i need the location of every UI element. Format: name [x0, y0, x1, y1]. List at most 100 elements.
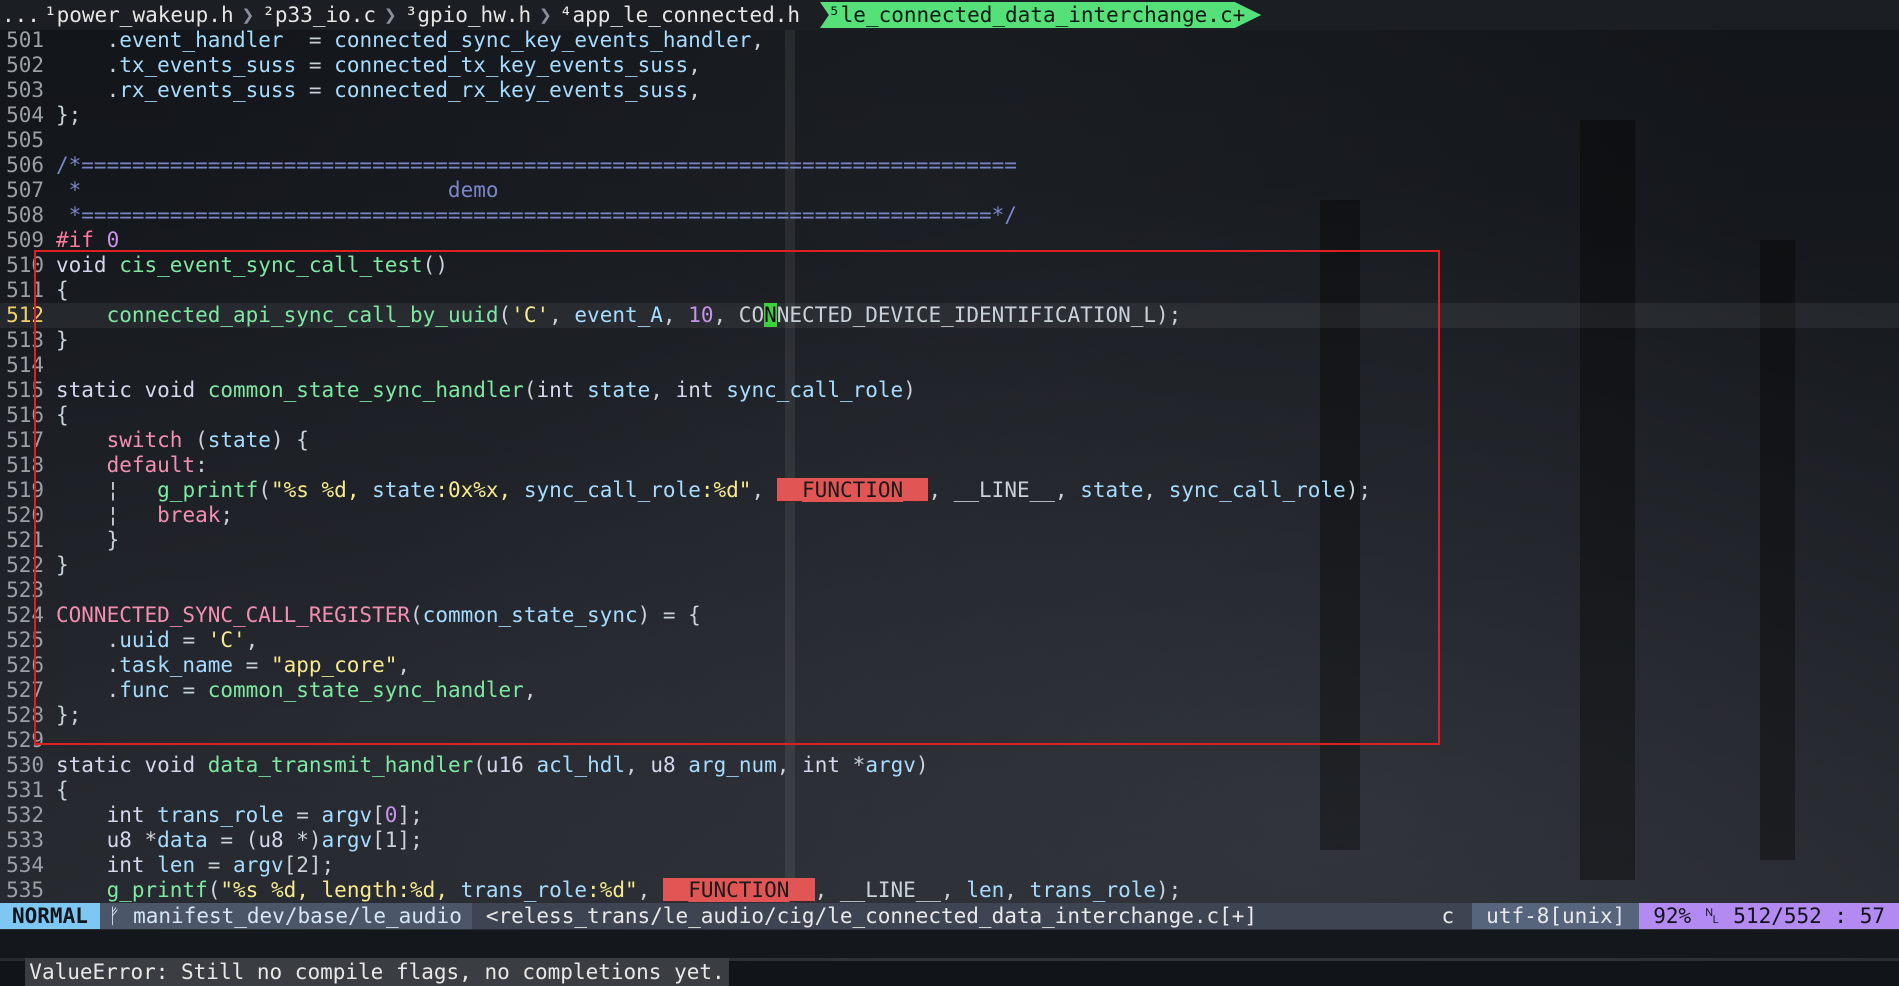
tab-app-le-connected[interactable]: ⁴app_le_connected.h	[558, 3, 802, 27]
code-line[interactable]: 526 .task_name = "app_core",	[0, 653, 1899, 678]
line-number: 503	[6, 78, 44, 102]
file-encoding: utf-8[unix]	[1472, 903, 1640, 929]
code-line[interactable]: 511 {	[0, 278, 1899, 303]
code-line[interactable]: 506 /*===================================…	[0, 153, 1899, 178]
code-line[interactable]: 532 int trans_role = argv[0];	[0, 803, 1899, 828]
line-text: ¦ g_printf("%s %d, state:0x%x, sync_call…	[56, 478, 1372, 502]
line-number: 519	[6, 478, 44, 502]
line-number: 530	[6, 753, 44, 777]
code-line[interactable]: 529	[0, 728, 1899, 753]
line-number: 512	[6, 303, 44, 327]
code-line[interactable]: 525 .uuid = 'C',	[0, 628, 1899, 653]
line-number: 514	[6, 353, 44, 377]
line-text: * demo	[56, 178, 499, 202]
code-line[interactable]: 502 .tx_events_suss = connected_tx_key_e…	[0, 53, 1899, 78]
code-line[interactable]: 507 * demo	[0, 178, 1899, 203]
file-path: <reless_trans/le_audio/cig/le_connected_…	[485, 904, 1258, 928]
code-line[interactable]: 501 .event_handler = connected_sync_key_…	[0, 28, 1899, 53]
line-number: 518	[6, 453, 44, 477]
line-text: .func = common_state_sync_handler,	[56, 678, 537, 702]
git-branch-icon: ᚠ	[107, 904, 121, 928]
line-number: 523	[6, 578, 44, 602]
line-text: *=======================================…	[56, 203, 1017, 227]
code-line[interactable]: 519 ¦ g_printf("%s %d, state:0x%x, sync_…	[0, 478, 1899, 503]
code-line[interactable]: 512 connected_api_sync_call_by_uuid('C',…	[0, 303, 1899, 328]
code-editor[interactable]: 501 .event_handler = connected_sync_key_…	[0, 28, 1899, 903]
line-number: 525	[6, 628, 44, 652]
code-line[interactable]: 518 default:	[0, 453, 1899, 478]
line-number: 517	[6, 428, 44, 452]
tab-power-wakeup[interactable]: ¹power_wakeup.h	[42, 3, 236, 27]
code-line[interactable]: 522}	[0, 553, 1899, 578]
code-line[interactable]: 508 *===================================…	[0, 203, 1899, 228]
code-line[interactable]: 533 u8 *data = (u8 *)argv[1];	[0, 828, 1899, 853]
code-line[interactable]: 510 void cis_event_sync_call_test()	[0, 253, 1899, 278]
line-number: 504	[6, 103, 44, 127]
line-text: };	[56, 703, 82, 727]
line-text: .uuid = 'C',	[56, 628, 259, 652]
error-message: ValueError: Still no compile flags, no c…	[25, 958, 729, 986]
line-number: 506	[6, 153, 44, 177]
line-text: switch (state) {	[106, 428, 309, 452]
code-line[interactable]: 524 CONNECTED_SYNC_CALL_REGISTER(common_s…	[0, 603, 1899, 628]
branch-name: manifest_dev/base/le_audio	[120, 904, 462, 928]
line-text: void cis_event_sync_call_test()	[56, 253, 448, 277]
code-line[interactable]: 517 switch (state) {	[0, 428, 1899, 453]
code-line[interactable]: 530 static void data_transmit_handler(u16…	[0, 753, 1899, 778]
code-line[interactable]: 516 {	[0, 403, 1899, 428]
line-number: 528	[6, 703, 44, 727]
code-line[interactable]: 534 int len = argv[2];	[0, 853, 1899, 878]
line-number: 534	[6, 853, 44, 877]
line-text: {	[56, 278, 69, 302]
code-line[interactable]: 513}	[0, 328, 1899, 353]
line-number: 529	[6, 728, 44, 752]
code-line[interactable]: 504};	[0, 103, 1899, 128]
line-text: }	[56, 328, 69, 352]
line-number: 515	[6, 378, 44, 402]
status-line: NORMAL ᚠ manifest_dev/base/le_audio <rel…	[0, 903, 1899, 929]
tab-p33-io[interactable]: ²p33_io.c	[260, 3, 378, 27]
line-number: 533	[6, 828, 44, 852]
code-line[interactable]: 515 static void common_state_sync_handler…	[0, 378, 1899, 403]
code-line[interactable]: 531 {	[0, 778, 1899, 803]
line-number: 535	[6, 878, 44, 902]
line-text: .tx_events_suss = connected_tx_key_event…	[56, 53, 701, 77]
tab-overflow[interactable]: ...	[0, 3, 42, 27]
line-number: 505	[6, 128, 44, 152]
line-number: 509	[6, 228, 44, 252]
line-number: 510	[6, 253, 44, 277]
code-line[interactable]: 527 .func = common_state_sync_handler,	[0, 678, 1899, 703]
code-line[interactable]: 523	[0, 578, 1899, 603]
line-number: 522	[6, 553, 44, 577]
line-number: 531	[6, 778, 44, 802]
line-number: 507	[6, 178, 44, 202]
code-line[interactable]: 528};	[0, 703, 1899, 728]
git-branch: ᚠ manifest_dev/base/le_audio	[99, 903, 472, 929]
line-text: CONNECTED_SYNC_CALL_REGISTER(common_stat…	[56, 603, 701, 627]
code-line[interactable]: 521 }	[0, 528, 1899, 553]
line-text: .rx_events_suss = connected_rx_key_event…	[56, 78, 701, 102]
line-text: .event_handler = connected_sync_key_even…	[56, 28, 765, 52]
line-number: 516	[6, 403, 44, 427]
chevron-right-icon: ❯	[241, 3, 255, 27]
tab-gpio-hw[interactable]: ³gpio_hw.h	[403, 3, 533, 27]
code-line[interactable]: 505	[0, 128, 1899, 153]
line-text: /*======================================…	[56, 153, 1017, 177]
line-number: 502	[6, 53, 44, 77]
command-line[interactable]: ValueError: Still no compile flags, no c…	[0, 930, 1899, 986]
cursor-position: 92% ␤ 512/552 : 57	[1639, 903, 1899, 929]
line-number: 508	[6, 203, 44, 227]
line-text: ¦ break;	[56, 503, 234, 527]
code-line[interactable]: 535 g_printf("%s %d, length:%d, trans_ro…	[0, 878, 1899, 903]
code-line[interactable]: 520 ¦ break;	[0, 503, 1899, 528]
line-column: 512/552 : 57	[1733, 904, 1885, 928]
code-line[interactable]: 509 #if 0	[0, 228, 1899, 253]
code-line[interactable]: 514	[0, 353, 1899, 378]
code-line[interactable]: 503 .rx_events_suss = connected_rx_key_e…	[0, 78, 1899, 103]
tab-le-connected-data-interchange[interactable]: ⁵le_connected_data_interchange.c+	[820, 2, 1262, 28]
line-number: 527	[6, 678, 44, 702]
line-text: .task_name = "app_core",	[56, 653, 411, 677]
line-text: };	[56, 103, 82, 127]
file-type: c	[1441, 904, 1455, 928]
line-text: }	[56, 553, 69, 577]
